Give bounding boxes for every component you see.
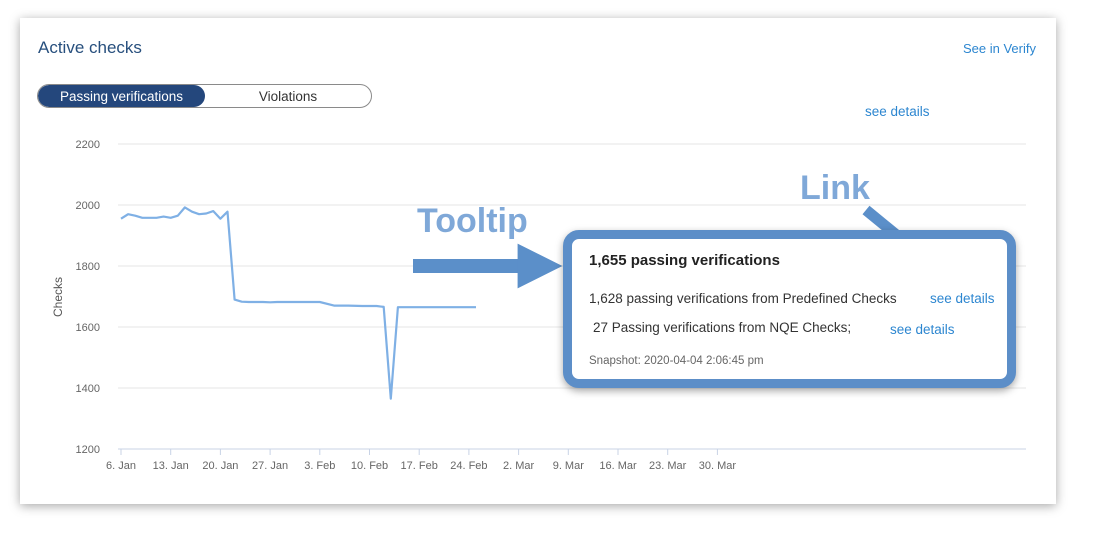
y-tick-label: 2000 (76, 200, 100, 212)
x-tick-label: 23. Mar (649, 460, 687, 472)
x-tick-label: 9. Mar (553, 460, 585, 472)
y-tick-label: 1200 (76, 444, 100, 456)
y-tick-label: 1800 (76, 261, 100, 273)
tooltip-predefined-see-details-link[interactable]: see details (930, 291, 995, 306)
chart-tooltip: 1,655 passing verifications 1,628 passin… (563, 230, 1016, 388)
x-tick-label: 10. Feb (351, 460, 388, 472)
y-axis-title: Checks (51, 277, 65, 317)
x-tick-label: 27. Jan (252, 460, 288, 472)
tooltip-snapshot: Snapshot: 2020-04-04 2:06:45 pm (589, 355, 764, 367)
tooltip-annotation-label: Tooltip (417, 202, 528, 240)
x-tick-label: 2. Mar (503, 460, 535, 472)
tooltip-nqe-line: 27 Passing verifications from NQE Checks… (593, 320, 852, 335)
x-tick-label: 17. Feb (401, 460, 438, 472)
tooltip-nqe-see-details-link[interactable]: see details (890, 322, 955, 337)
tooltip-title: 1,655 passing verifications (589, 252, 780, 269)
y-tick-label: 2200 (76, 139, 100, 151)
x-tick-label: 20. Jan (202, 460, 238, 472)
y-tick-label: 1600 (76, 322, 100, 334)
link-annotation-label: Link (800, 169, 870, 207)
x-tick-label: 6. Jan (106, 460, 136, 472)
tooltip-predefined-line: 1,628 passing verifications from Predefi… (589, 291, 897, 306)
x-tick-label: 16. Mar (599, 460, 637, 472)
x-tick-label: 24. Feb (450, 460, 487, 472)
x-tick-label: 3. Feb (304, 460, 335, 472)
x-tick-label: 30. Mar (699, 460, 737, 472)
y-tick-label: 1400 (76, 383, 100, 395)
x-tick-label: 13. Jan (153, 460, 189, 472)
